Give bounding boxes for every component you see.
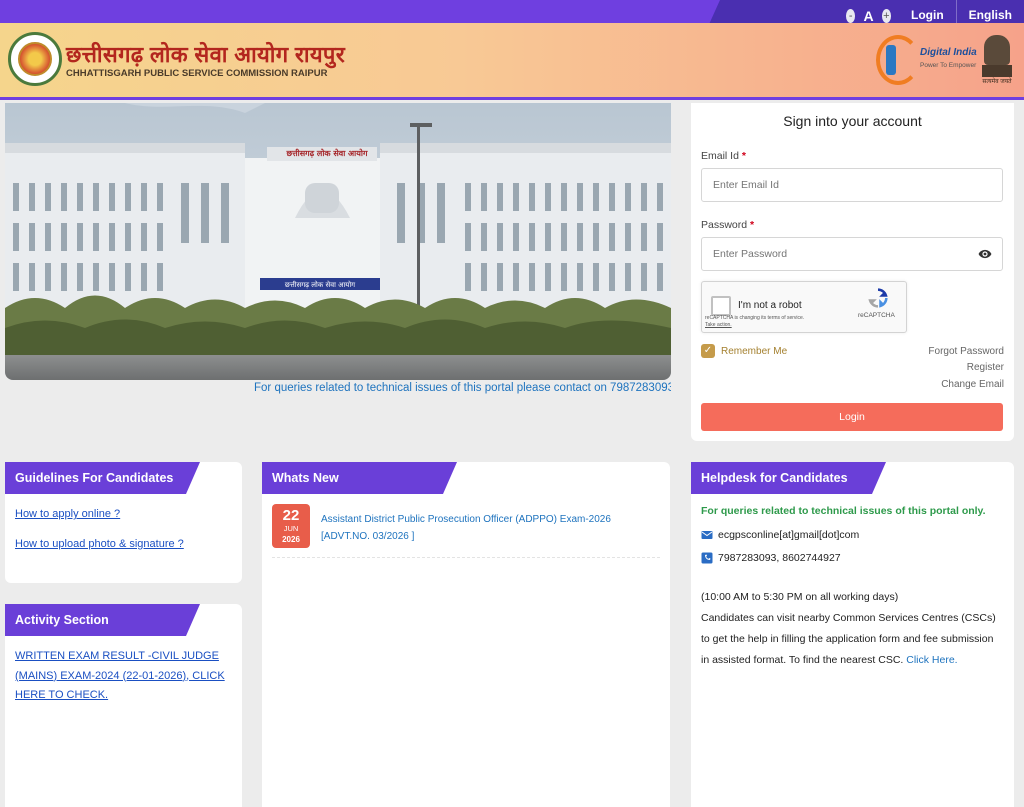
recaptcha-checkbox[interactable] (711, 296, 731, 316)
login-button[interactable]: Login (701, 403, 1003, 431)
font-size-indicator[interactable]: A (863, 8, 873, 24)
digital-india-text: Digital India (920, 47, 977, 58)
remember-me-label: Remember Me (721, 345, 788, 357)
upload-photo-link[interactable]: How to upload photo & signature ? (15, 535, 184, 555)
phone-icon (701, 552, 713, 564)
email-field[interactable] (701, 168, 1003, 202)
recaptcha-take-action-link[interactable]: Take action. (705, 322, 732, 328)
helpdesk-hours: (10:00 AM to 5:30 PM on all working days… (701, 591, 899, 603)
helpdesk-title: Helpdesk for Candidates (691, 462, 886, 494)
digital-india-logo: Digital India Power To Empower (876, 35, 977, 85)
building-banner-image: छत्तीसगढ़ लोक सेवा आयोग छत्तीसगढ़ लोक से… (5, 103, 671, 380)
building-sign-text: छत्तीसगढ़ लोक सेवा आयोग (286, 148, 368, 158)
password-label: Password * (701, 219, 754, 231)
envelope-icon (701, 531, 713, 539)
email-label: Email Id * (701, 150, 746, 162)
news-month: JUN (283, 524, 299, 533)
recaptcha-logo-icon (868, 288, 888, 308)
cgpsc-logo[interactable] (8, 32, 62, 86)
digital-india-swirl-icon (876, 35, 920, 85)
helpdesk-info: (10:00 AM to 5:30 PM on all working days… (701, 587, 1001, 671)
recaptcha-label: I'm not a robot (738, 300, 802, 311)
whats-new-title: Whats New (262, 462, 457, 494)
required-mark: * (741, 150, 746, 162)
change-email-link[interactable]: Change Email (928, 379, 1004, 395)
news-date-badge: 22 JUN 2026 (272, 504, 310, 548)
login-title: Sign into your account (783, 113, 922, 129)
news-day: 22 (282, 507, 300, 524)
recaptcha-widget: I'm not a robot reCAPTCHA is changing it… (701, 281, 907, 333)
national-emblem-icon: सत्यमेव जयते (980, 35, 1014, 87)
recaptcha-brand: reCAPTCHA (858, 312, 895, 319)
activity-card: Activity Section WRITTEN EXAM RESULT -CI… (5, 604, 242, 807)
decrease-font-button[interactable]: - (846, 8, 856, 23)
required-mark: * (750, 219, 755, 231)
how-to-apply-link[interactable]: How to apply online ? (15, 505, 120, 525)
forgot-password-link[interactable]: Forgot Password (928, 346, 1004, 362)
helpdesk-notice: For queries related to technical issues … (701, 505, 986, 517)
digital-india-i-icon (886, 45, 896, 75)
helpdesk-email-row: ecgpsconline[at]gmail[dot]com (701, 529, 859, 541)
account-links: Forgot Password Register Change Email (928, 346, 1004, 395)
click-here-link[interactable]: Click Here. (906, 654, 957, 666)
register-link[interactable]: Register (928, 362, 1004, 378)
whats-new-card: Whats New 22 JUN 2026 Assistant District… (262, 462, 670, 807)
helpdesk-phone-row: 7987283093, 8602744927 (701, 552, 841, 564)
activity-title: Activity Section (5, 604, 200, 636)
site-header: छत्तीसगढ़ लोक सेवा आयोग रायपुर CHHATTISG… (0, 23, 1024, 100)
show-password-eye-icon[interactable] (978, 247, 992, 261)
national-emblem-caption: सत्यमेव जयते (982, 79, 1012, 85)
org-name-english: CHHATTISGARH PUBLIC SERVICE COMMISSION R… (66, 68, 328, 79)
digital-india-tagline: Power To Empower (920, 62, 977, 69)
helpdesk-card: Helpdesk for Candidates For queries rela… (691, 462, 1014, 807)
helpdesk-phone: 7987283093, 8602744927 (718, 552, 841, 564)
email-label-text: Email Id (701, 150, 739, 162)
news-year: 2026 (282, 535, 300, 544)
marquee-ticker[interactable]: For queries related to technical issues … (254, 382, 671, 394)
helpdesk-email: ecgpsconline[at]gmail[dot]com (718, 529, 860, 541)
building-photo: छत्तीसगढ़ लोक सेवा आयोग छत्तीसगढ़ लोक से… (5, 103, 671, 380)
password-label-text: Password (701, 219, 748, 231)
remember-me-toggle[interactable]: ✓ Remember Me (701, 344, 787, 358)
news-link[interactable]: Assistant District Public Prosecution Of… (321, 511, 656, 545)
gate-sign-text: छत्तीसगढ़ लोक सेवा आयोग (285, 280, 356, 289)
login-panel: Sign into your account Email Id * Passwo… (691, 103, 1014, 441)
exam-result-link[interactable]: WRITTEN EXAM RESULT -CIVIL JUDGE (MAINS)… (15, 647, 230, 706)
guidelines-title: Guidelines For Candidates (5, 462, 200, 494)
recaptcha-notice-text: reCAPTCHA is changing its terms of servi… (705, 315, 805, 321)
guidelines-card: Guidelines For Candidates How to apply o… (5, 462, 242, 583)
checkmark-icon[interactable]: ✓ (701, 344, 715, 358)
cgpsc-emblem-icon (18, 42, 52, 76)
recaptcha-notice: reCAPTCHA is changing its terms of servi… (705, 315, 804, 329)
org-name-hindi: छत्तीसगढ़ लोक सेवा आयोग रायपुर (66, 42, 346, 67)
increase-font-button[interactable]: + (881, 8, 891, 23)
password-field[interactable] (701, 237, 1003, 271)
news-item[interactable]: 22 JUN 2026 Assistant District Public Pr… (272, 504, 660, 558)
